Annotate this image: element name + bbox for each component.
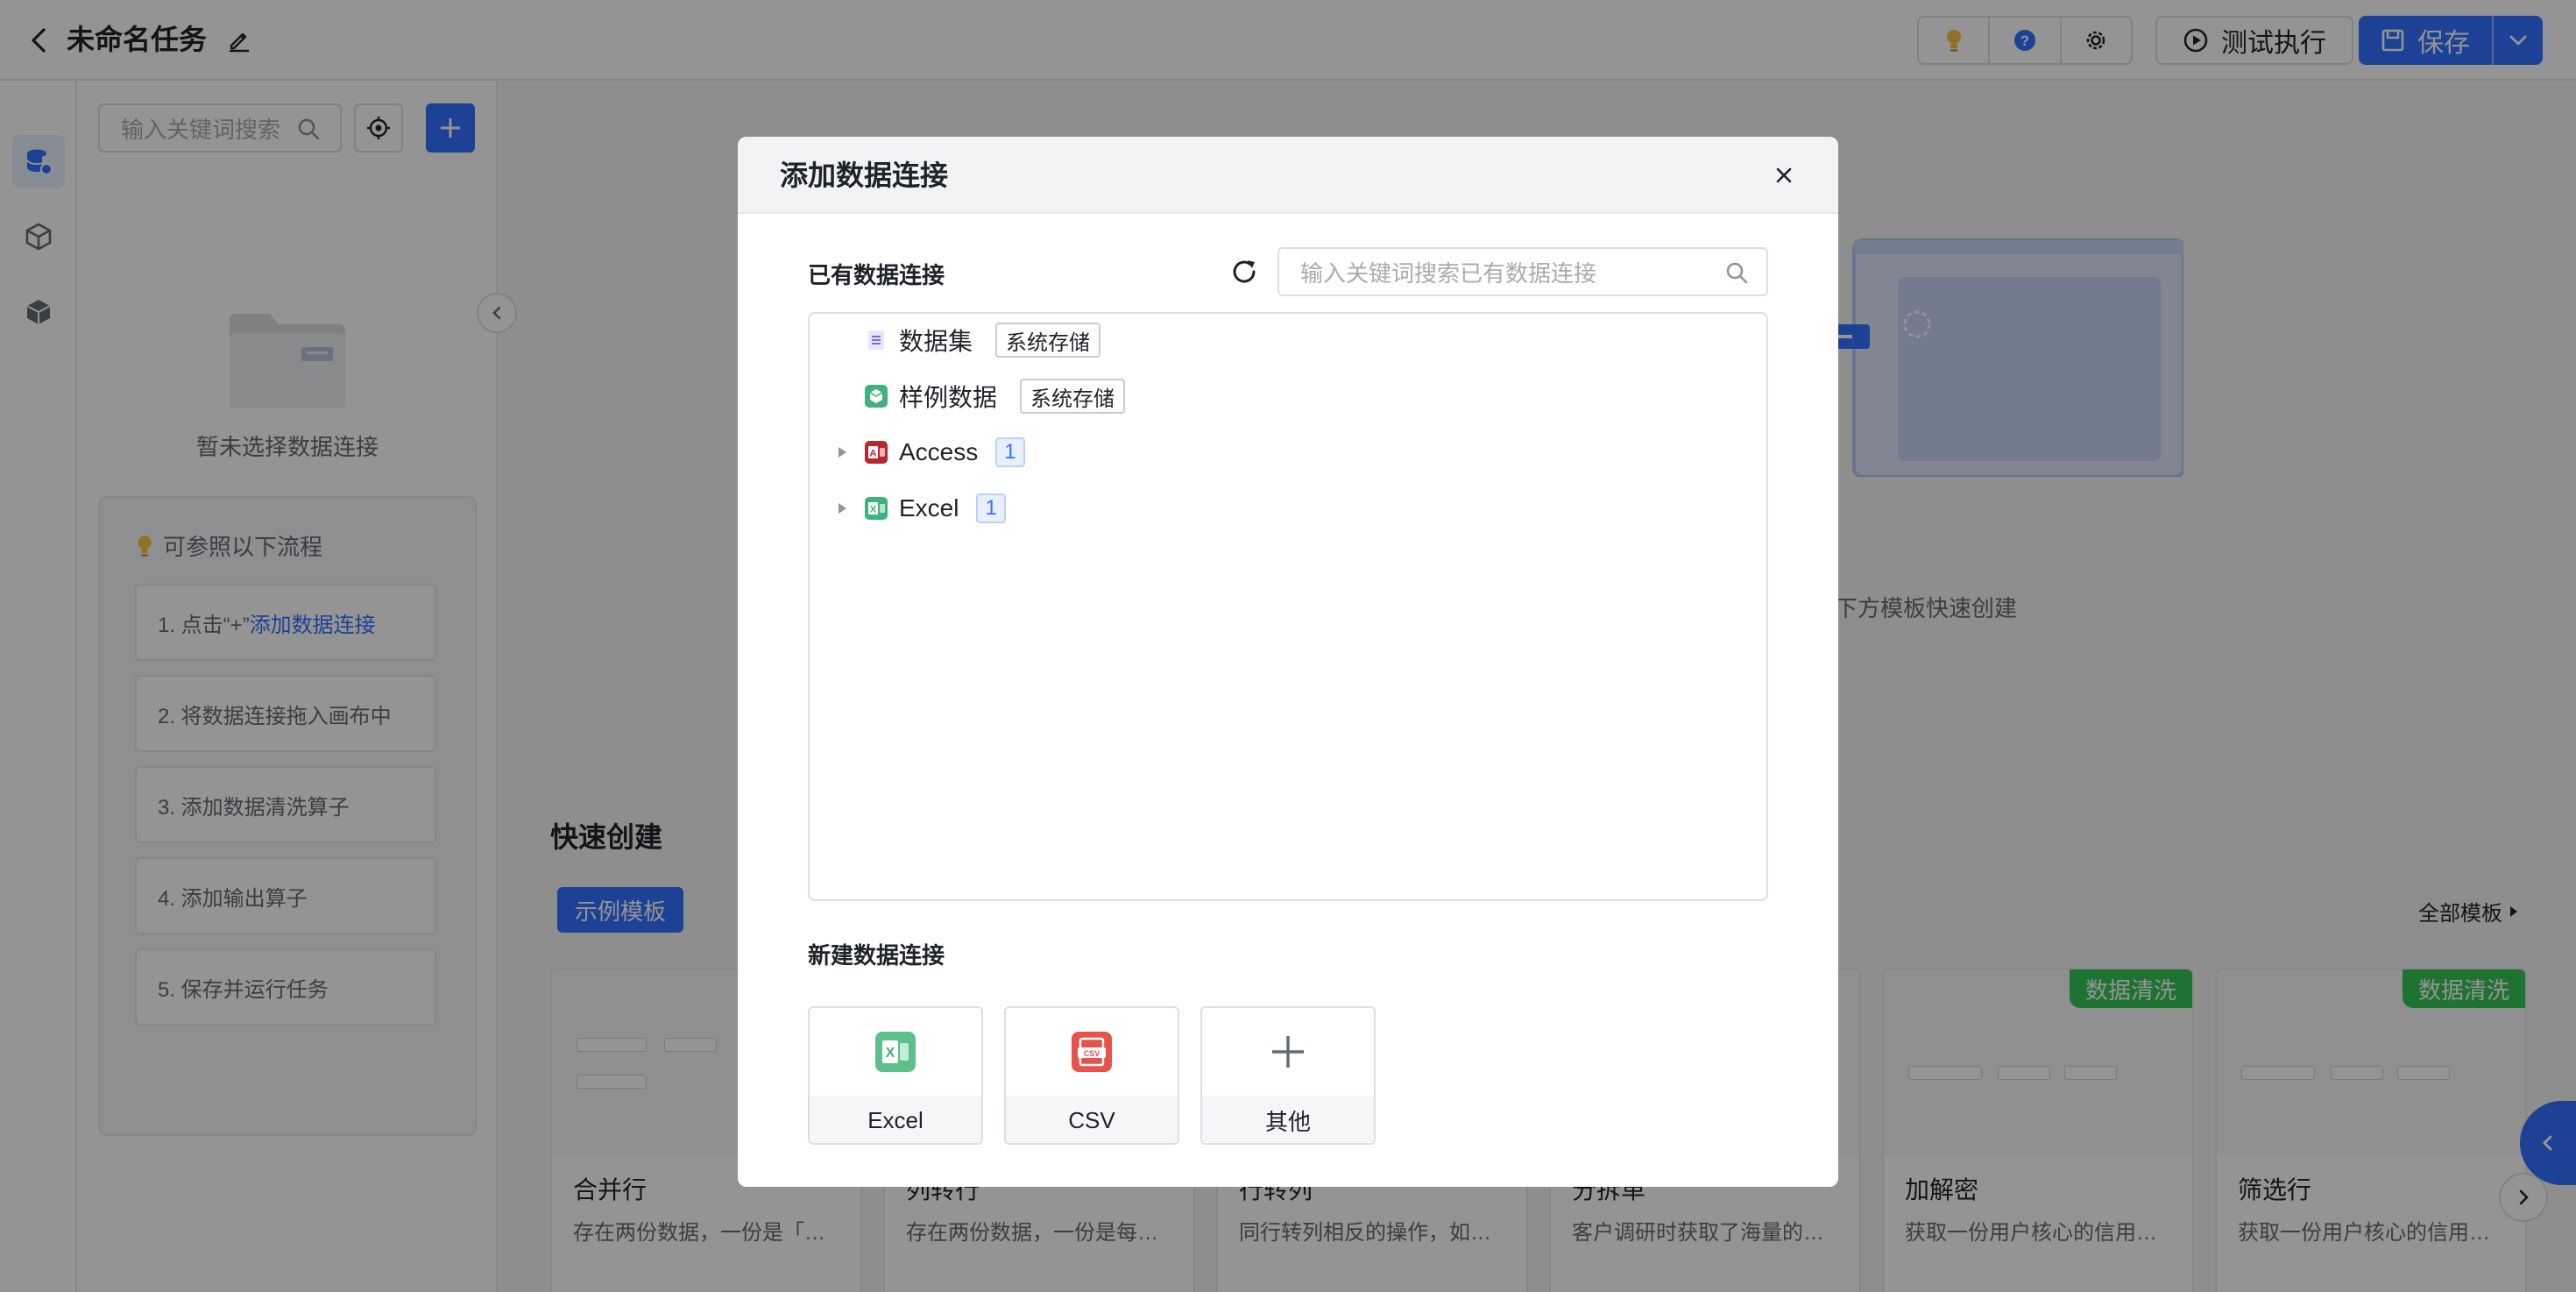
tree-item-sample-data[interactable]: 样例数据 系统存储 [810,373,1126,419]
new-connection-excel[interactable]: X Excel [808,1006,983,1145]
new-connection-label-excel: Excel [810,1096,981,1143]
sample-data-icon [864,384,888,408]
dialog-title: 添加数据连接 [780,160,949,191]
dialog-close-button[interactable] [1768,160,1800,191]
search-icon [1726,262,1748,284]
tree-item-excel[interactable]: X Excel 1 [810,486,1006,531]
new-connection-other[interactable]: 其他 [1200,1006,1376,1145]
svg-text:A: A [870,449,877,459]
tree-item-label: 数据集 [899,328,973,355]
existing-connection-search-placeholder: 输入关键词搜索已有数据连接 [1300,259,1597,287]
expand-caret-icon[interactable] [831,497,853,520]
connection-tree: 数据集 系统存储 样例数据 系统存储 A Access 1 X Excel 1 [808,312,1768,901]
connection-count-badge: 1 [995,437,1025,467]
existing-connection-search-input[interactable]: 输入关键词搜索已有数据连接 [1277,247,1768,296]
system-storage-tag: 系统存储 [995,323,1101,358]
close-icon [1776,167,1792,183]
tree-item-label: 样例数据 [899,384,998,411]
excel-icon: X [864,496,888,521]
tree-item-access[interactable]: A Access 1 [810,429,1025,475]
new-connection-csv[interactable]: CSV CSV [1004,1006,1179,1145]
new-connection-label-other: 其他 [1202,1096,1374,1143]
add-data-connection-dialog: 添加数据连接 已有数据连接 输入关键词搜索已有数据连接 数据集 系统存储 样例数… [738,137,1838,1187]
csv-file-icon: CSV [1006,1027,1178,1076]
system-storage-tag: 系统存储 [1020,379,1126,414]
tree-item-dataset[interactable]: 数据集 系统存储 [810,317,1101,363]
tree-item-label: Excel [899,494,959,522]
excel-file-icon: X [810,1027,981,1076]
svg-text:X: X [870,505,877,515]
connection-count-badge: 1 [976,493,1006,523]
new-connection-label-csv: CSV [1006,1096,1178,1143]
new-connection-label: 新建数据连接 [808,942,945,969]
dataset-icon [864,328,888,352]
dialog-header: 添加数据连接 [738,137,1838,214]
expand-caret-icon[interactable] [831,441,853,464]
tree-item-label: Access [899,438,979,465]
plus-icon [1202,1027,1374,1076]
access-icon: A [864,440,888,465]
svg-text:CSV: CSV [1084,1049,1100,1058]
svg-text:X: X [886,1046,895,1061]
refresh-icon[interactable] [1228,256,1260,288]
existing-connections-label: 已有数据连接 [808,262,945,288]
